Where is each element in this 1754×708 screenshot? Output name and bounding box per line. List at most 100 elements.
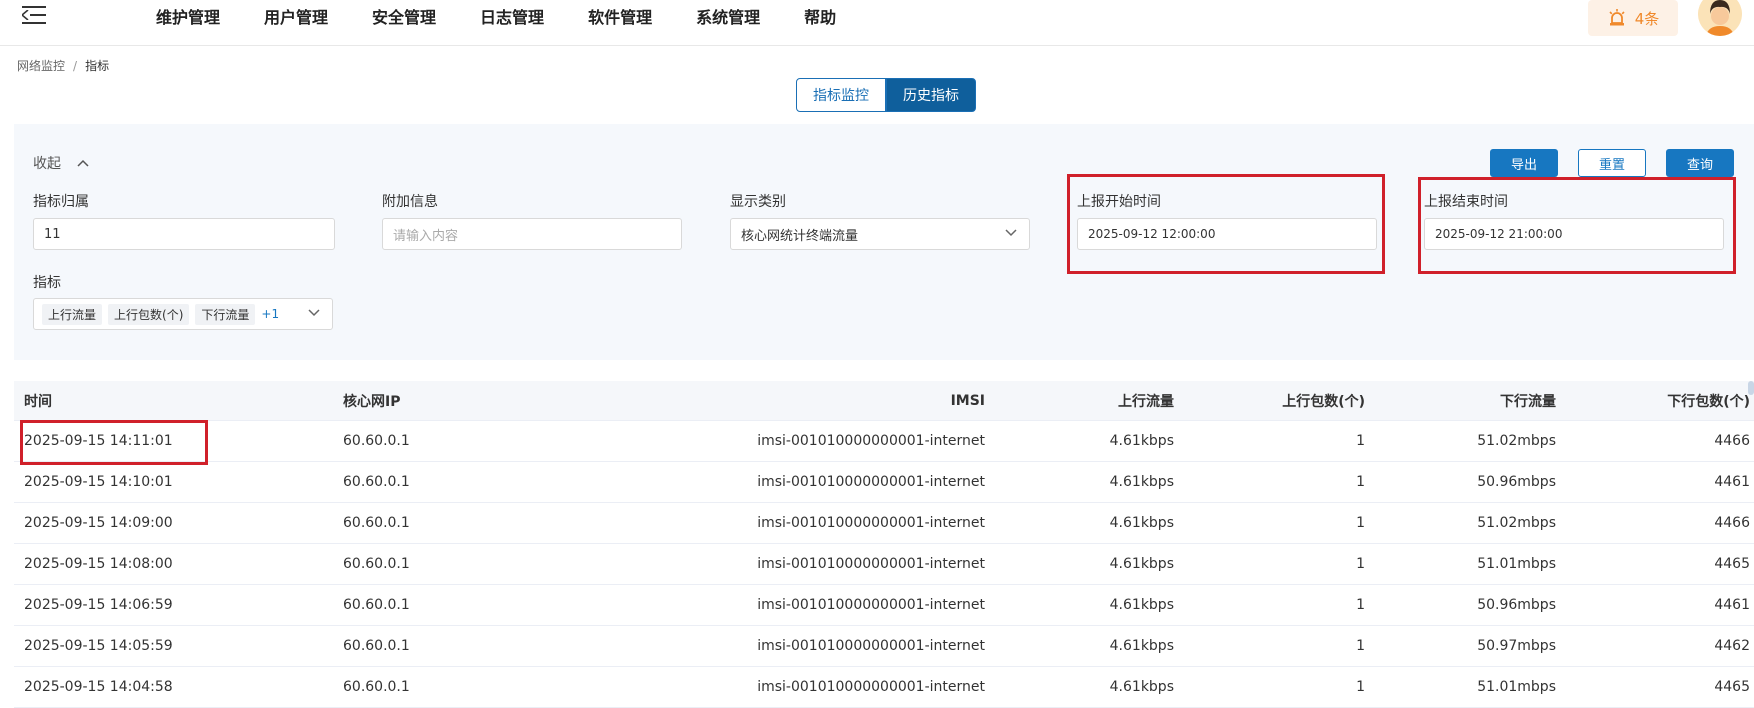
table-row[interactable]: 2025-09-15 14:08:00 60.60.0.1 imsi-0010100… [14, 544, 1754, 585]
chevron-up-icon [77, 159, 89, 167]
table-row[interactable]: 2025-09-15 14:11:01 60.60.0.1 imsi-0010100… [14, 421, 1754, 462]
cell-up-traffic: 4.61kbps [1109, 556, 1174, 572]
view-tabs: 指标监控 历史指标 [796, 78, 976, 112]
cell-up-packets: 1 [1356, 433, 1365, 449]
cell-time: 2025-09-15 14:05:59 [24, 638, 173, 654]
cell-down-traffic: 51.02mbps [1477, 515, 1556, 531]
cell-down-packets: 4465 [1714, 679, 1750, 695]
reset-button[interactable]: 重置 [1578, 149, 1646, 177]
cell-core-ip: 60.60.0.1 [343, 556, 410, 572]
metric-tag[interactable]: 上行流量 [42, 303, 103, 325]
table-row[interactable]: 2025-09-15 14:04:58 60.60.0.1 imsi-0010100… [14, 667, 1754, 708]
table-row[interactable]: 2025-09-15 14:05:59 60.60.0.1 imsi-0010100… [14, 626, 1754, 667]
cell-up-packets: 1 [1356, 638, 1365, 654]
nav-item-maintenance[interactable]: 维护管理 [156, 4, 220, 28]
nav-item-logs[interactable]: 日志管理 [480, 4, 544, 28]
cell-imsi: imsi-001010000000001-internet [757, 638, 985, 654]
cell-core-ip: 60.60.0.1 [343, 515, 410, 531]
cell-down-packets: 4466 [1714, 433, 1750, 449]
extra-info-label: 附加信息 [382, 194, 438, 210]
cell-down-packets: 4461 [1714, 474, 1750, 490]
table-row[interactable]: 2025-09-15 14:06:59 60.60.0.1 imsi-0010100… [14, 585, 1754, 626]
tab-history-metric[interactable]: 历史指标 [886, 78, 976, 112]
nav-item-system[interactable]: 系统管理 [696, 4, 760, 28]
cell-down-traffic: 50.96mbps [1477, 474, 1556, 490]
nav-item-users[interactable]: 用户管理 [264, 4, 328, 28]
header-down-traffic: 下行流量 [1500, 393, 1556, 410]
table-row[interactable]: 2025-09-15 14:09:00 60.60.0.1 imsi-0010100… [14, 503, 1754, 544]
table-row[interactable]: 2025-09-15 14:10:01 60.60.0.1 imsi-0010100… [14, 462, 1754, 503]
history-table: 时间 核心网IP IMSI 上行流量 上行包数(个) 下行流量 下行包数(个) … [14, 381, 1754, 708]
header-time: 时间 [24, 393, 52, 410]
nav-item-software[interactable]: 软件管理 [588, 4, 652, 28]
cell-up-traffic: 4.61kbps [1109, 433, 1174, 449]
metric-tag[interactable]: 上行包数(个) [108, 303, 190, 325]
cell-time: 2025-09-15 14:09:00 [24, 515, 173, 531]
end-time-highlight [1418, 177, 1736, 274]
cell-core-ip: 60.60.0.1 [343, 597, 410, 613]
start-time-highlight [1067, 174, 1385, 274]
cell-imsi: imsi-001010000000001-internet [757, 474, 985, 490]
breadcrumb-separator: / [73, 59, 78, 73]
collapse-label: 收起 [33, 156, 61, 172]
breadcrumb-current: 指标 [85, 59, 110, 73]
alarm-badge[interactable]: 4条 [1588, 0, 1678, 36]
owner-label: 指标归属 [33, 194, 89, 210]
owner-input[interactable]: 11 [33, 218, 335, 250]
chevron-down-icon [308, 309, 320, 317]
cell-down-traffic: 50.96mbps [1477, 597, 1556, 613]
cell-down-packets: 4466 [1714, 515, 1750, 531]
cell-up-packets: 1 [1356, 474, 1365, 490]
export-button[interactable]: 导出 [1490, 149, 1558, 177]
collapse-toggle[interactable]: 收起 [33, 153, 89, 173]
header-down-packets: 下行包数(个) [1667, 393, 1750, 410]
metric-select[interactable]: 上行流量 上行包数(个) 下行流量 +1 [33, 298, 333, 330]
cell-up-packets: 1 [1356, 556, 1365, 572]
cell-down-packets: 4461 [1714, 597, 1750, 613]
cell-time: 2025-09-15 14:08:00 [24, 556, 173, 572]
cell-up-packets: 1 [1356, 679, 1365, 695]
cell-up-traffic: 4.61kbps [1109, 679, 1174, 695]
category-select[interactable]: 核心网统计终端流量 [730, 218, 1030, 250]
cell-time: 2025-09-15 14:06:59 [24, 597, 173, 613]
nav-item-security[interactable]: 安全管理 [372, 4, 436, 28]
cell-core-ip: 60.60.0.1 [343, 679, 410, 695]
header-imsi: IMSI [950, 392, 985, 409]
tab-metric-monitor[interactable]: 指标监控 [796, 78, 886, 112]
cell-down-traffic: 51.01mbps [1477, 556, 1556, 572]
breadcrumb: 网络监控 / 指标 [17, 57, 109, 74]
metric-more-count: +1 [261, 307, 280, 321]
chevron-down-icon [1005, 229, 1017, 237]
cell-time: 2025-09-15 14:04:58 [24, 679, 173, 695]
cell-down-traffic: 51.01mbps [1477, 679, 1556, 695]
metric-label: 指标 [33, 275, 61, 291]
table-body: 2025-09-15 14:11:01 60.60.0.1 imsi-0010100… [14, 421, 1754, 708]
cell-down-traffic: 51.02mbps [1477, 433, 1556, 449]
query-button[interactable]: 查询 [1666, 149, 1734, 177]
nav-item-help[interactable]: 帮助 [804, 4, 836, 28]
metric-tag[interactable]: 下行流量 [195, 303, 256, 325]
cell-core-ip: 60.60.0.1 [343, 638, 410, 654]
cell-down-packets: 4465 [1714, 556, 1750, 572]
cell-down-traffic: 50.97mbps [1477, 638, 1556, 654]
menu-toggle-icon[interactable] [22, 4, 48, 26]
cell-up-traffic: 4.61kbps [1109, 515, 1174, 531]
cell-imsi: imsi-001010000000001-internet [757, 597, 985, 613]
category-value: 核心网统计终端流量 [741, 228, 859, 244]
cell-time: 2025-09-15 14:10:01 [24, 474, 173, 490]
avatar[interactable] [1698, 0, 1742, 36]
breadcrumb-parent[interactable]: 网络监控 [17, 59, 65, 73]
cell-up-packets: 1 [1356, 515, 1365, 531]
main-nav: 维护管理 用户管理 安全管理 日志管理 软件管理 系统管理 帮助 [156, 0, 880, 32]
extra-info-input[interactable]: 请输入内容 [382, 218, 682, 250]
table-scrollbar[interactable] [1748, 381, 1754, 395]
header-core-ip: 核心网IP [343, 393, 401, 410]
cell-imsi: imsi-001010000000001-internet [757, 679, 985, 695]
cell-down-packets: 4462 [1714, 638, 1750, 654]
cell-up-traffic: 4.61kbps [1109, 597, 1174, 613]
cell-core-ip: 60.60.0.1 [343, 433, 410, 449]
cell-up-traffic: 4.61kbps [1109, 474, 1174, 490]
header-up-traffic: 上行流量 [1118, 393, 1174, 410]
alarm-icon [1609, 9, 1625, 26]
cell-imsi: imsi-001010000000001-internet [757, 433, 985, 449]
